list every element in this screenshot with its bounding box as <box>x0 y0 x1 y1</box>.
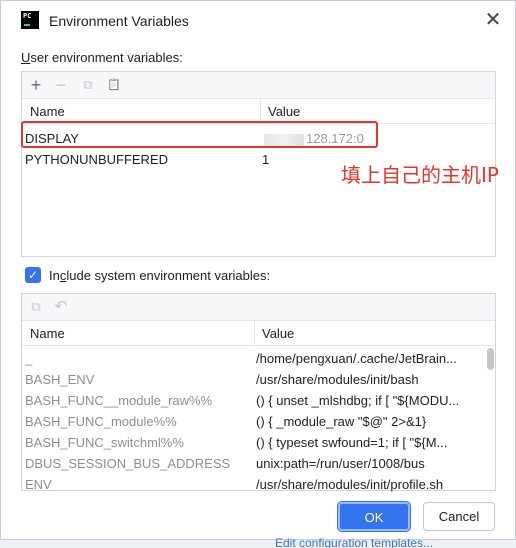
env-name: ENV <box>25 477 52 492</box>
table-row[interactable]: BASH_FUNC_module%% () { _module_raw "$@"… <box>22 411 495 432</box>
redacted-ip <box>264 133 304 146</box>
env-name: BASH_FUNC__module_raw%% <box>25 393 213 408</box>
column-value[interactable]: Value <box>268 104 300 119</box>
column-name[interactable]: Name <box>30 104 65 119</box>
add-icon[interactable]: + <box>27 76 45 94</box>
env-value: 128.172:0 <box>264 131 364 146</box>
user-env-toolbar: + − ⧉ 📋 <box>22 72 495 99</box>
env-name: BASH_FUNC_switchml%% <box>25 435 184 450</box>
env-value: /usr/share/modules/init/bash <box>256 372 419 387</box>
close-icon[interactable]: ✕ <box>481 9 505 33</box>
env-name: DISPLAY <box>25 131 79 146</box>
env-name: BASH_ENV <box>25 372 95 387</box>
table-row[interactable]: DBUS_SESSION_BUS_ADDRESS unix:path=/run/… <box>22 453 495 474</box>
copy-icon[interactable]: ⧉ <box>79 76 97 94</box>
env-value: () { _module_raw "$@" 2>&1} <box>256 414 427 429</box>
env-value: /home/pengxuan/.cache/JetBrain... <box>256 351 457 366</box>
env-value: () { typeset swfound=1; if [ "${M... <box>256 435 448 450</box>
env-name: BASH_FUNC_module%% <box>25 414 177 429</box>
table-row[interactable]: BASH_FUNC__module_raw%% () { unset _mlsh… <box>22 390 495 411</box>
user-env-label: User environment variables: <box>21 50 183 65</box>
env-name: PYTHONUNBUFFERED <box>25 152 169 167</box>
env-name: DBUS_SESSION_BUS_ADDRESS <box>25 456 231 471</box>
env-name: _ <box>25 351 33 366</box>
env-value: () { unset _mlshdbg; if [ "${MODU... <box>256 393 460 408</box>
column-name[interactable]: Name <box>30 326 65 341</box>
column-value[interactable]: Value <box>262 326 294 341</box>
include-system-label[interactable]: Include system environment variables: <box>49 268 270 283</box>
dialog-title: Environment Variables <box>49 13 189 29</box>
user-env-column-header: Name Value <box>22 99 495 124</box>
undo-icon[interactable]: ↶ <box>52 298 70 316</box>
paste-icon[interactable]: 📋 <box>105 76 123 94</box>
env-value: unix:path=/run/user/1008/bus <box>256 456 425 471</box>
title-bar: PC Environment Variables ✕ <box>1 1 515 41</box>
annotation-text: 填上自己的主机IP <box>341 163 499 187</box>
table-row[interactable]: _ /home/pengxuan/.cache/JetBrain... <box>22 348 495 369</box>
table-row[interactable]: BASH_ENV /usr/share/modules/init/bash <box>22 369 495 390</box>
pycharm-logo-icon: PC <box>21 11 39 29</box>
column-divider[interactable] <box>254 321 255 345</box>
system-env-table: ⧉ ↶ Name Value _ /home/pengxuan/.cache/J… <box>21 293 496 492</box>
table-row[interactable]: ENV /usr/share/modules/init/profile.sh <box>22 474 495 495</box>
copy-icon[interactable]: ⧉ <box>27 298 45 316</box>
include-system-checkbox[interactable]: ✓ <box>25 267 41 283</box>
env-value: 1 <box>262 152 270 167</box>
environment-variables-dialog: PC Environment Variables ✕ User environm… <box>0 0 516 540</box>
table-row[interactable]: BASH_FUNC_switchml%% () { typeset swfoun… <box>22 432 495 453</box>
cancel-button[interactable]: Cancel <box>423 502 495 531</box>
scrollbar-thumb[interactable] <box>487 348 494 370</box>
column-divider[interactable] <box>260 99 261 123</box>
env-value: /usr/share/modules/init/profile.sh <box>256 477 444 492</box>
edit-templates-link[interactable]: Edit configuration templates... <box>275 536 433 548</box>
table-row[interactable]: DISPLAY 128.172:0 <box>22 128 495 149</box>
system-env-toolbar: ⧉ ↶ <box>22 294 495 321</box>
background-window: Edit configuration templates... <box>0 536 516 548</box>
system-env-column-header: Name Value <box>22 321 495 346</box>
ok-button[interactable]: OK <box>338 502 410 531</box>
remove-icon[interactable]: − <box>52 76 70 94</box>
